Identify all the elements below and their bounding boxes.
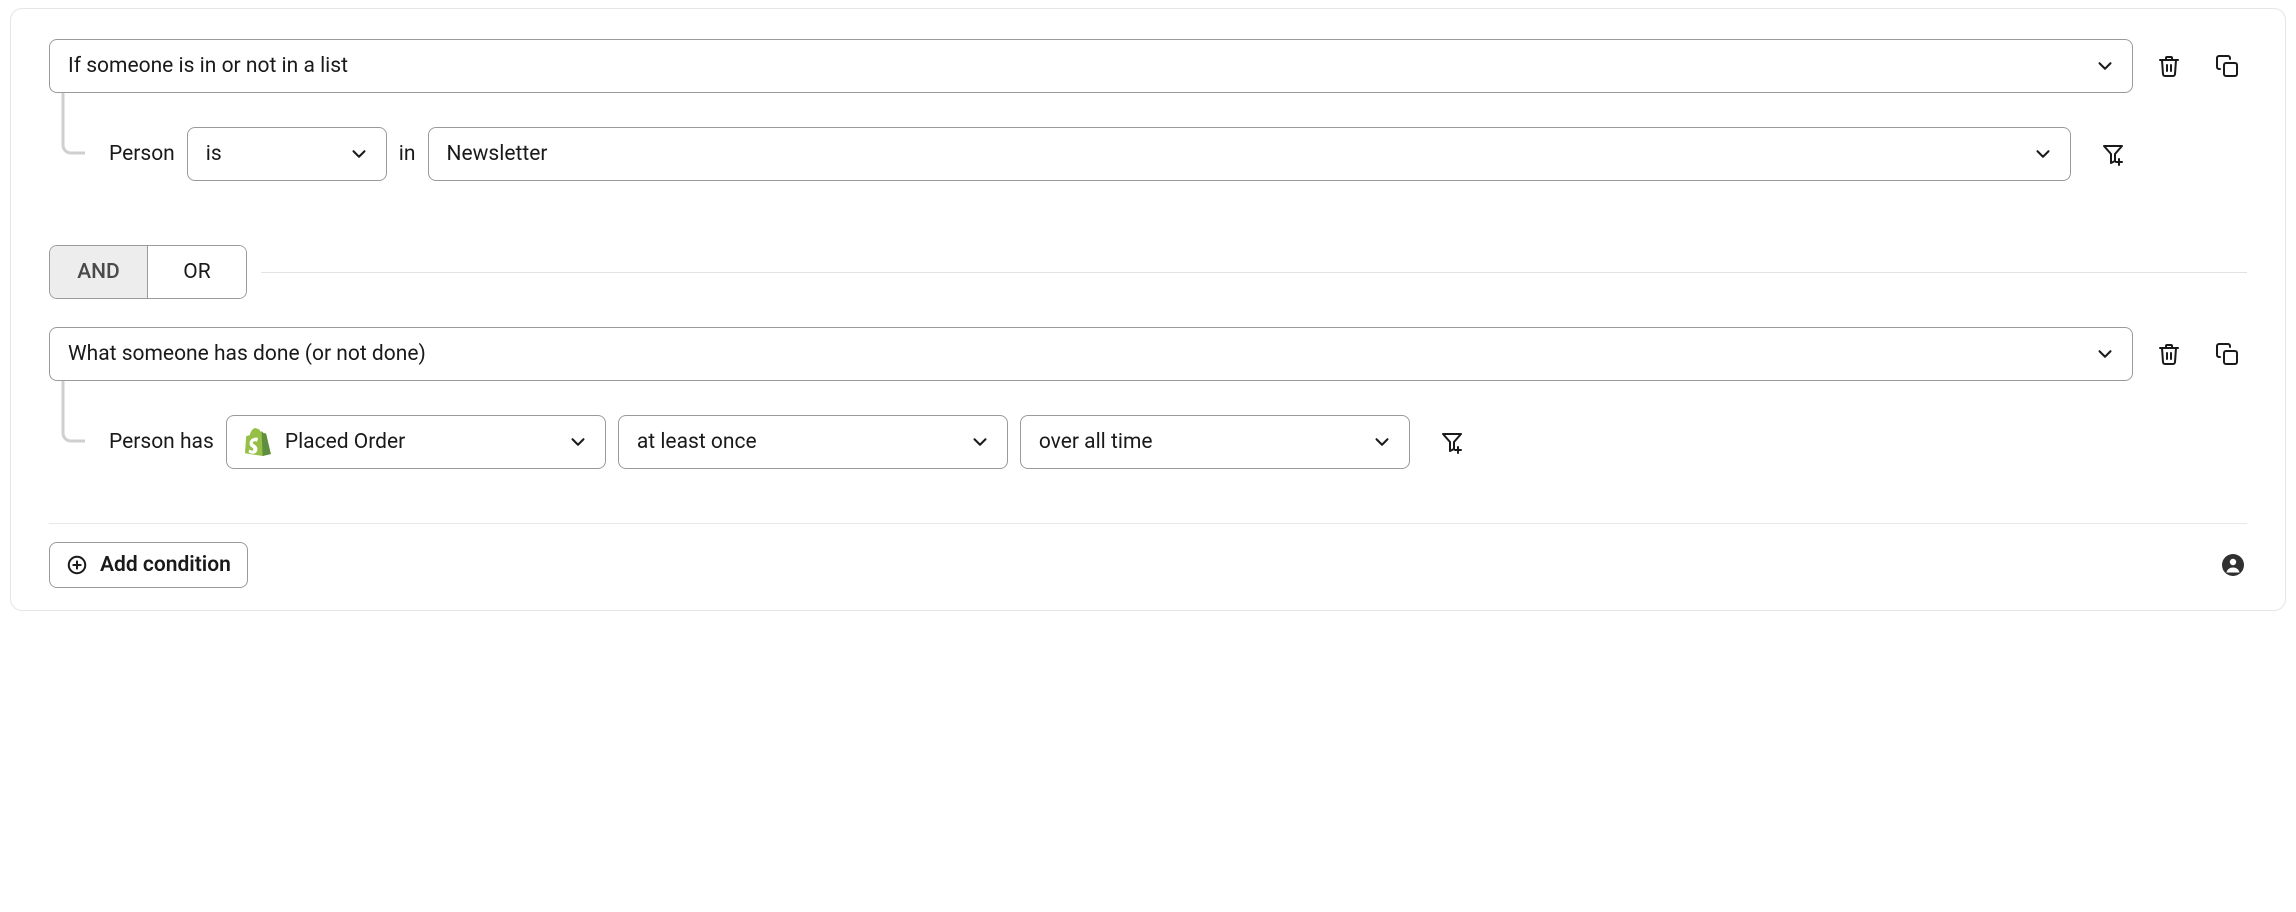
logic-and-button[interactable]: AND <box>50 246 148 298</box>
add-condition-button[interactable]: Add condition <box>49 542 248 588</box>
condition-row: If someone is in or not in a list <box>49 39 2247 93</box>
operator-select[interactable]: is <box>187 127 387 181</box>
logic-operator-toggle[interactable]: AND OR <box>49 245 247 299</box>
condition-type-label: What someone has done (or not done) <box>68 342 426 366</box>
add-filter-button[interactable] <box>2099 140 2127 168</box>
timeframe-label: over all time <box>1039 430 1153 454</box>
add-condition-label: Add condition <box>100 553 231 577</box>
chevron-down-icon <box>2094 55 2116 77</box>
event-select[interactable]: Placed Order <box>226 415 606 469</box>
condition-sub-row: Person is in Newsletter <box>49 127 2247 181</box>
logic-operator-row: AND OR <box>49 245 2247 299</box>
list-label: Newsletter <box>447 142 548 166</box>
section-divider <box>49 523 2247 524</box>
chevron-down-icon <box>969 431 991 453</box>
frequency-select[interactable]: at least once <box>618 415 1008 469</box>
operator-label: is <box>206 142 222 166</box>
divider-line <box>261 272 2247 273</box>
duplicate-condition-button[interactable] <box>2213 52 2241 80</box>
frequency-label: at least once <box>637 430 757 454</box>
condition-row: What someone has done (or not done) <box>49 327 2247 381</box>
footer-row: Add condition <box>49 542 2247 588</box>
condition-type-select[interactable]: If someone is in or not in a list <box>49 39 2133 93</box>
condition-type-select[interactable]: What someone has done (or not done) <box>49 327 2133 381</box>
add-filter-button[interactable] <box>1438 428 1466 456</box>
mid-label: in <box>399 142 416 166</box>
person-icon <box>2219 551 2247 579</box>
shopify-icon <box>245 428 271 456</box>
chevron-down-icon <box>1371 431 1393 453</box>
delete-condition-button[interactable] <box>2155 52 2183 80</box>
condition-actions <box>2155 340 2247 368</box>
chevron-down-icon <box>2032 143 2054 165</box>
list-select[interactable]: Newsletter <box>428 127 2072 181</box>
logic-or-button[interactable]: OR <box>148 246 246 298</box>
condition-type-label: If someone is in or not in a list <box>68 54 348 78</box>
timeframe-select[interactable]: over all time <box>1020 415 1410 469</box>
condition-actions <box>2155 52 2247 80</box>
chevron-down-icon <box>348 143 370 165</box>
segment-builder-panel: If someone is in or not in a list Person… <box>10 8 2286 611</box>
prefix-label: Person has <box>109 430 214 454</box>
chevron-down-icon <box>567 431 589 453</box>
prefix-label: Person <box>109 142 175 166</box>
chevron-down-icon <box>2094 343 2116 365</box>
event-label: Placed Order <box>245 428 405 456</box>
duplicate-condition-button[interactable] <box>2213 340 2241 368</box>
condition-sub-row: Person has Placed Order at least once ov… <box>49 415 2247 469</box>
plus-circle-icon <box>66 554 88 576</box>
delete-condition-button[interactable] <box>2155 340 2183 368</box>
